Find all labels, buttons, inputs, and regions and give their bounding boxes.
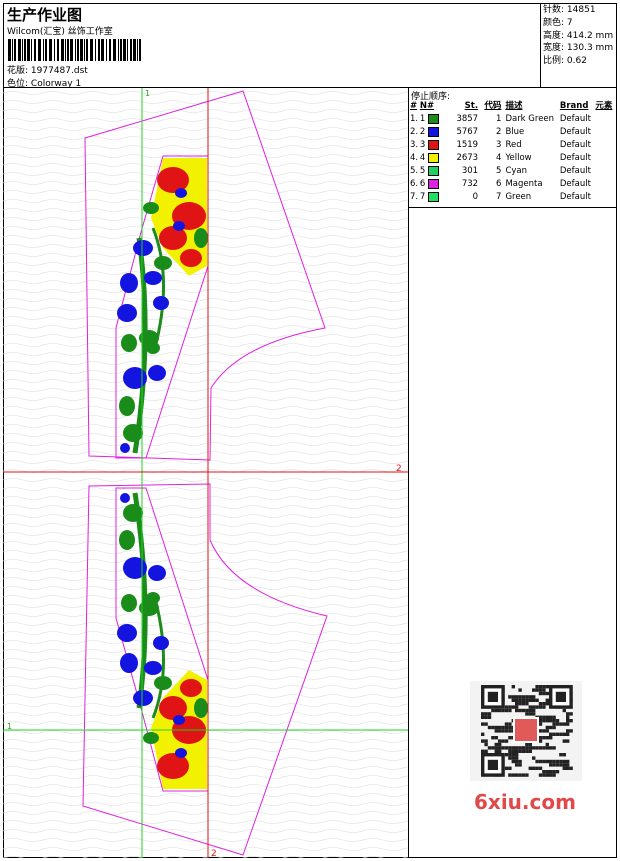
stop-sequence-table: # N# St. 代码 描述 Brand 元素 1. 1 3857 1 Dark Gr… [410, 100, 617, 204]
design-canvas[interactable]: 1 2 1 2 [3, 88, 409, 858]
stat-height: 高度: 414.2 mm [543, 30, 614, 41]
stop-row[interactable]: 6. 6 732 6 Magenta Default [410, 178, 617, 191]
color-swatch [427, 139, 439, 150]
design-file: 1977487.dst [30, 66, 88, 76]
barcode-icon [8, 39, 141, 61]
qr-code-icon [470, 681, 582, 781]
page-title: 生产作业图 [7, 6, 83, 24]
design-file-line: 花版: 1977487.dst [7, 63, 88, 76]
stat-width: 宽度: 130.3 mm [543, 43, 614, 54]
design-label: 花版: [7, 66, 29, 76]
stop-row[interactable]: 5. 5 301 5 Cyan Default [410, 165, 617, 178]
stop-table-header: # N# St. 代码 描述 Brand 元素 [410, 101, 613, 111]
color-swatch [427, 126, 439, 137]
stop-row[interactable]: 4. 4 2673 4 Yellow Default [410, 152, 617, 165]
watermark-logo: 6xiu.com [474, 790, 576, 814]
color-swatch [427, 152, 439, 163]
stat-scale: 比例: 0.62 [543, 56, 587, 67]
studio-name: Wilcom(汇宝) 丝饰工作室 [7, 27, 113, 37]
stat-stitches: 针数: 14851 [543, 5, 596, 15]
stop-row[interactable]: 7. 7 0 7 Green Default [410, 191, 617, 204]
guide-label-vertical-top: 1 [145, 89, 150, 98]
color-swatch [427, 178, 439, 189]
stop-sequence-panel: 停止顺序: # N# St. 代码 描述 Brand 元素 1. 1 3857 1 D… [409, 88, 617, 208]
guide-label-vertical-bottom: 2 [211, 849, 217, 858]
color-swatch [427, 165, 439, 176]
header-panel: 生产作业图 Wilcom(汇宝) 丝饰工作室 花版: 1977487.dst 色… [3, 3, 541, 89]
guide-label-horizontal-right: 2 [396, 464, 402, 474]
guide-label-horizontal-left: 1 [7, 722, 12, 731]
design-preview: 1 2 1 2 [3, 88, 408, 858]
color-swatch [427, 113, 439, 124]
stat-colors: 颜色: 7 [543, 17, 573, 28]
color-swatch [427, 191, 439, 202]
stop-row[interactable]: 1. 1 3857 1 Dark Green Default [410, 113, 617, 126]
stats-panel: 针数: 14851 颜色: 7 高度: 414.2 mm 宽度: 130.3 m… [541, 3, 617, 88]
stop-row[interactable]: 2. 2 5767 2 Blue Default [410, 126, 617, 139]
stop-row[interactable]: 3. 3 1519 3 Red Default [410, 139, 617, 152]
